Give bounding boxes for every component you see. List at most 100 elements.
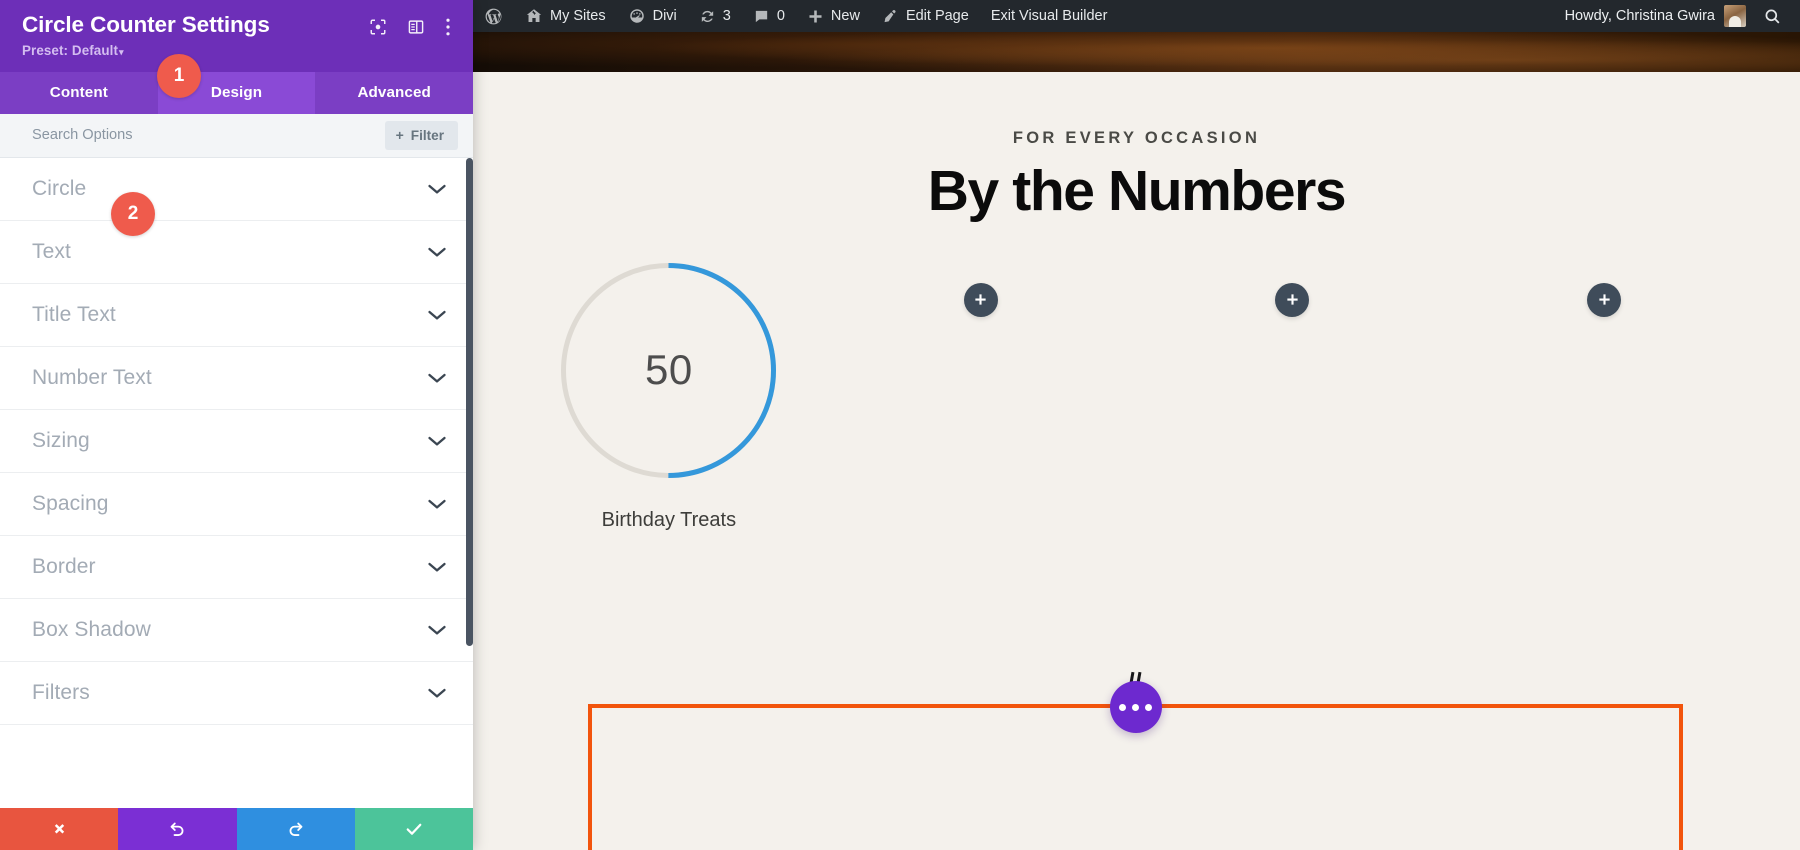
section-settings-button[interactable] [1109, 681, 1162, 733]
add-module-button[interactable] [1587, 282, 1622, 317]
plus-icon [807, 8, 824, 25]
sites-icon [525, 7, 543, 25]
option-group-list: Circle Text Title Text Number Text Sizin… [0, 157, 473, 808]
chevron-down-icon [427, 435, 447, 447]
option-label: Border [32, 554, 96, 578]
page-title: By the Numbers [927, 159, 1347, 223]
section-eyebrow: FOR EVERY OCCASION [1012, 129, 1261, 147]
adminbar-label: New [830, 8, 860, 24]
dot [1145, 703, 1152, 711]
adminbar-item-comments[interactable]: 0 [742, 0, 796, 32]
howdy-label: Howdy, Christina Gwira [1564, 8, 1715, 24]
adminbar-item-my-sites[interactable]: My Sites [514, 0, 617, 32]
panel-header: Circle Counter Settings Preset: Default▾ [0, 0, 473, 72]
circle-counter-number: 50 [645, 346, 693, 394]
save-button[interactable] [354, 808, 473, 850]
panel-action-bar [0, 808, 473, 850]
adminbar-label: My Sites [550, 8, 606, 24]
adminbar-item-new[interactable]: New [796, 0, 871, 32]
add-module-column-2 [1137, 258, 1449, 317]
panel-title: Circle Counter Settings [22, 12, 270, 37]
divi-dashboard-icon [628, 7, 646, 25]
tab-content[interactable]: Content [0, 72, 158, 114]
chevron-down-icon [427, 309, 447, 321]
add-module-button[interactable] [963, 282, 998, 317]
plus-icon: + [395, 127, 404, 144]
pencil-icon [882, 8, 899, 25]
option-group-text[interactable]: Text [0, 221, 473, 284]
circle-counter-module[interactable]: 50 Birthday Treats [513, 258, 825, 532]
option-label: Title Text [32, 302, 116, 326]
comments-icon [753, 8, 770, 25]
wp-admin-bar: My Sites Divi 3 0 New Edit Page Exit Vis… [473, 0, 1800, 32]
dot [1132, 703, 1139, 711]
chevron-down-icon [427, 372, 447, 384]
option-group-border[interactable]: Border [0, 536, 473, 599]
option-group-circle[interactable]: Circle [0, 158, 473, 221]
preset-selector[interactable]: Preset: Default▾ [22, 43, 451, 58]
filter-button[interactable]: + Filter [384, 120, 458, 150]
focus-icon[interactable] [369, 18, 387, 36]
adminbar-item-wordpress[interactable] [473, 0, 514, 32]
wordpress-logo-icon [484, 7, 503, 26]
option-label: Spacing [32, 491, 109, 515]
add-module-button[interactable] [1275, 282, 1310, 317]
adminbar-item-updates[interactable]: 3 [688, 0, 742, 32]
option-group-spacing[interactable]: Spacing [0, 473, 473, 536]
adminbar-label: Edit Page [905, 8, 969, 24]
option-group-title-text[interactable]: Title Text [0, 284, 473, 347]
layout-panel-icon[interactable] [407, 18, 425, 36]
adminbar-account-menu[interactable]: Howdy, Christina Gwira [1554, 5, 1755, 27]
panel-header-icons [369, 13, 451, 37]
section-outline[interactable] [588, 671, 1683, 850]
hero-image-strip [473, 32, 1800, 72]
add-module-column-1 [825, 258, 1137, 317]
circle-counter-title: Birthday Treats [601, 508, 737, 531]
chevron-down-icon [427, 183, 447, 195]
dot [1119, 703, 1126, 711]
option-label: Box Shadow [32, 617, 151, 641]
adminbar-label: 3 [722, 8, 731, 24]
add-module-column-3 [1448, 258, 1760, 317]
chevron-down-icon [427, 498, 447, 510]
option-label: Number Text [32, 365, 152, 389]
callout-badge-1: 1 [157, 54, 201, 98]
panel-tabs: Content Design Advanced [0, 71, 473, 114]
cancel-button[interactable] [0, 808, 119, 850]
adminbar-label: 0 [776, 8, 785, 24]
search-input[interactable] [32, 127, 385, 144]
adminbar-label: Divi [652, 8, 677, 24]
option-group-box-shadow[interactable]: Box Shadow [0, 599, 473, 662]
search-icon[interactable] [1755, 7, 1800, 26]
more-vertical-icon[interactable] [445, 17, 451, 37]
option-label: Filters [32, 680, 90, 704]
scrollbar-thumb[interactable] [466, 157, 473, 646]
undo-button[interactable] [118, 808, 237, 850]
option-label: Circle [32, 176, 87, 200]
callout-badge-2: 2 [111, 192, 155, 236]
adminbar-item-divi[interactable]: Divi [617, 0, 688, 32]
chevron-down-icon [427, 561, 447, 573]
adminbar-item-exit-visual-builder[interactable]: Exit Visual Builder [980, 0, 1119, 32]
chevron-down-icon [427, 624, 447, 636]
counters-row: 50 Birthday Treats [473, 258, 1800, 532]
adminbar-item-edit-page[interactable]: Edit Page [871, 0, 980, 32]
visual-builder-screen: My Sites Divi 3 0 New Edit Page Exit Vis… [0, 0, 1800, 850]
circle-counter-graphic: 50 [556, 258, 781, 483]
redo-button[interactable] [236, 808, 355, 850]
option-group-filters[interactable]: Filters [0, 662, 473, 725]
module-settings-panel: Circle Counter Settings Preset: Default▾… [0, 0, 473, 850]
search-row: + Filter [0, 113, 473, 158]
tab-advanced[interactable]: Advanced [315, 72, 473, 114]
chevron-down-icon: ▾ [119, 46, 124, 57]
option-group-number-text[interactable]: Number Text [0, 347, 473, 410]
updates-icon [699, 8, 716, 25]
chevron-down-icon [427, 687, 447, 699]
avatar [1724, 5, 1746, 27]
filter-label: Filter [410, 127, 444, 143]
option-label: Text [32, 239, 71, 263]
page-canvas: FOR EVERY OCCASION By the Numbers 50 Bir… [473, 32, 1800, 850]
option-group-sizing[interactable]: Sizing [0, 410, 473, 473]
chevron-down-icon [427, 246, 447, 258]
panel-scrollbar[interactable] [466, 157, 473, 808]
